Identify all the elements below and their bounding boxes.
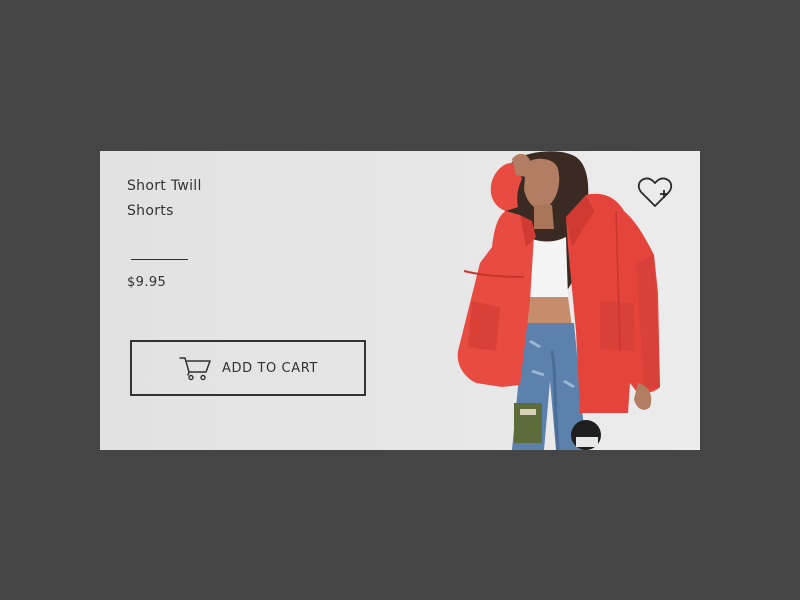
shopping-cart-icon: [179, 357, 211, 381]
divider: [131, 259, 188, 260]
add-to-cart-label: ADD TO CART: [222, 360, 318, 376]
product-card: Short Twill Shorts $9.95 ADD TO CART: [100, 151, 700, 450]
product-title-line-2: Shorts: [127, 203, 174, 219]
add-to-cart-button[interactable]: ADD TO CART: [130, 340, 366, 396]
product-price: $9.95: [127, 275, 167, 290]
product-title-line-1: Short Twill: [127, 178, 202, 194]
product-title: Short Twill Shorts: [127, 174, 297, 224]
wishlist-heart-plus-icon[interactable]: [636, 176, 674, 210]
